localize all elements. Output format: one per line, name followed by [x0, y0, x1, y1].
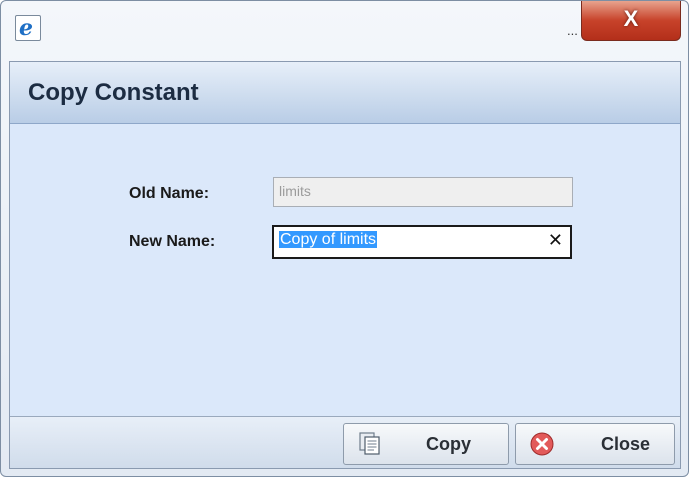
old-name-field: limits	[273, 177, 573, 207]
title-ellipsis: ...	[567, 23, 578, 38]
new-name-label: New Name:	[129, 233, 216, 250]
dialog-header: Copy Constant	[10, 62, 680, 124]
old-name-label: Old Name:	[129, 185, 210, 202]
copy-button[interactable]: Copy	[343, 423, 509, 465]
copy-document-icon	[359, 432, 380, 455]
window-close-button[interactable]: X	[581, 1, 681, 41]
dialog-content: Copy Constant Old Name: limits New Name:…	[9, 61, 681, 469]
close-button[interactable]: Close	[515, 423, 675, 465]
close-button-label: Close	[601, 434, 651, 454]
dialog-footer: Copy Close	[10, 416, 680, 468]
new-name-value: Copy of limits	[279, 231, 378, 248]
page-title: Copy Constant	[28, 79, 199, 106]
dialog-window: e ... X Copy Constant Old Name: limits N…	[0, 0, 689, 477]
internet-explorer-icon: e	[15, 15, 41, 41]
clear-input-icon[interactable]: ✕	[548, 230, 563, 251]
copy-button-label: Copy	[426, 434, 471, 454]
title-bar: e ... X	[1, 1, 688, 61]
red-circle-x-icon	[530, 432, 554, 456]
new-name-input[interactable]: Copy of limits ✕	[272, 225, 572, 259]
